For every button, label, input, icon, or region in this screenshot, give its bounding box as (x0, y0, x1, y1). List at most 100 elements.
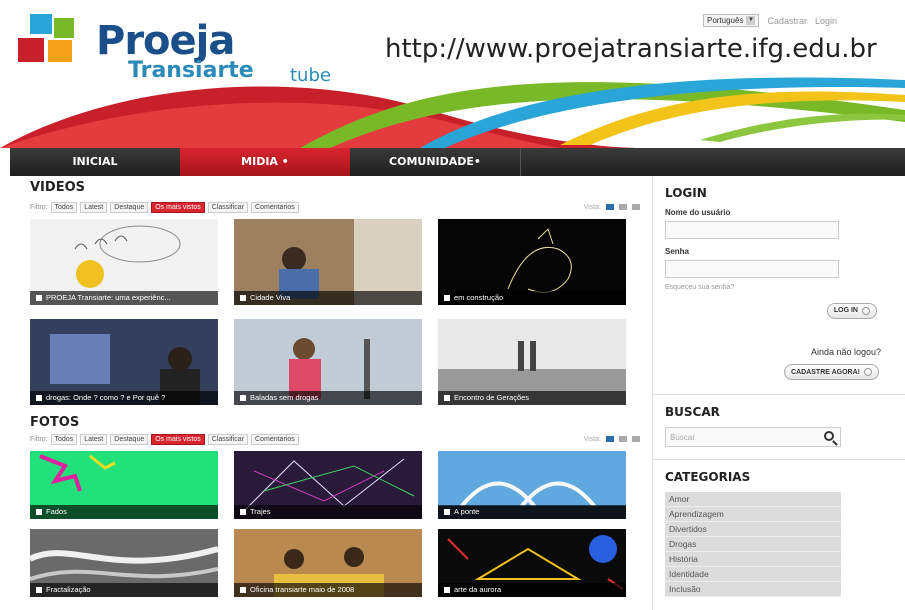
video-title: Encontro de Gerações (454, 393, 530, 402)
category-item[interactable]: Aprendizagem (665, 507, 841, 522)
register-button-label: CADASTRE AGORA! (791, 368, 860, 376)
view-controls: Vista: (584, 204, 640, 211)
forgot-password-link[interactable]: Esqueceu sua senha? (665, 284, 893, 291)
photo-title: Oficina transiarte maio de 2008 (250, 585, 355, 594)
category-item[interactable]: Divertidos (665, 522, 841, 537)
username-label: Nome do usuário (665, 208, 731, 217)
video-thumbnail[interactable]: drogas: Onde ? como ? e Por quê ? (30, 319, 218, 405)
grid-view-icon[interactable] (606, 436, 614, 442)
nav-item-midia[interactable]: MIDIA • (180, 148, 350, 176)
video-icon (240, 395, 246, 402)
video-thumbnail[interactable]: PROEJA Transiarte: uma experiênc... (30, 219, 218, 305)
photo-caption: Fados (30, 505, 218, 519)
view-label: Vista: (583, 203, 601, 211)
photo-title: arte da aurora (454, 585, 502, 594)
search-icon[interactable] (824, 431, 834, 441)
filter-destaque[interactable]: Destaque (110, 433, 149, 445)
filter-todos[interactable]: Todos (50, 433, 78, 445)
category-item[interactable]: Amor (665, 492, 841, 507)
password-field[interactable] (665, 260, 839, 278)
video-icon (36, 295, 42, 302)
category-item[interactable]: Drogas (665, 537, 841, 552)
list-view-icon[interactable] (619, 436, 627, 442)
photo-caption: arte da aurora (438, 583, 626, 597)
photo-thumbnail[interactable]: arte da aurora (438, 529, 626, 597)
filter-label: Filtro: (30, 435, 48, 443)
photo-caption: Fractalização (30, 583, 218, 597)
compact-view-icon[interactable] (632, 436, 640, 442)
photo-caption: A ponte (438, 505, 626, 519)
video-thumbnail[interactable]: Cidade Viva (234, 219, 422, 305)
video-title: drogas: Onde ? como ? e Por quê ? (46, 393, 166, 402)
chevron-down-icon: ▼ (746, 16, 756, 25)
logo-suffix: tube (290, 65, 331, 86)
language-select[interactable]: Português ▼ (702, 14, 760, 27)
sidebar-divider (653, 459, 905, 460)
login-link[interactable]: Login (815, 16, 837, 26)
video-title: Baladas sem drogas (250, 393, 319, 402)
filter-most-viewed[interactable]: Os mais vistos (151, 201, 205, 213)
filter-destaque[interactable]: Destaque (110, 201, 149, 213)
filter-latest[interactable]: Latest (80, 201, 108, 213)
videos-title: VIDEOS (30, 180, 85, 195)
video-title: PROEJA Transiarte: uma experiênc... (46, 293, 171, 302)
sidebar: LOGIN Nome do usuário Senha Esqueceu sua… (652, 176, 905, 610)
photo-caption: Trajes (234, 505, 422, 519)
password-label: Senha (665, 247, 690, 256)
category-item[interactable]: História (665, 552, 841, 567)
category-item[interactable]: Identidade (665, 567, 841, 582)
login-title: LOGIN (665, 186, 707, 200)
photo-thumbnail[interactable]: Trajes (234, 451, 422, 519)
video-thumbnail[interactable]: Baladas sem drogas (234, 319, 422, 405)
filter-most-viewed[interactable]: Os mais vistos (151, 433, 205, 445)
photo-icon (36, 587, 42, 594)
site-url: http://www.proejatransiarte.ifg.edu.br (385, 34, 877, 64)
compact-view-icon[interactable] (632, 204, 640, 210)
nav-item-comunidade[interactable]: COMUNIDADE• (350, 148, 520, 176)
category-item[interactable]: Inclusão (665, 582, 841, 597)
video-icon (444, 295, 450, 302)
photo-title: Fados (46, 507, 67, 516)
photo-icon (240, 587, 246, 594)
video-caption: em construção (438, 291, 626, 305)
filter-label: Filtro: (30, 203, 48, 211)
list-view-icon[interactable] (619, 204, 627, 210)
filter-comentarios[interactable]: Comentarios (251, 433, 299, 445)
photo-thumbnail[interactable]: Fados (30, 451, 218, 519)
categories-panel: CATEGORIAS Amor Aprendizagem Divertidos … (653, 470, 905, 597)
video-icon (240, 295, 246, 302)
nav-item-inicial[interactable]: INICIAL (10, 148, 180, 176)
arrow-circle-icon (862, 306, 870, 315)
register-link[interactable]: Cadastrar (767, 16, 807, 26)
username-field[interactable] (665, 221, 839, 239)
search-input[interactable]: Buscar (665, 427, 841, 447)
categories-list: Amor Aprendizagem Divertidos Drogas Hist… (665, 492, 841, 597)
login-button[interactable]: LOG IN (826, 302, 877, 319)
video-thumbnail[interactable]: em construção (438, 219, 626, 305)
video-caption: PROEJA Transiarte: uma experiênc... (30, 291, 218, 305)
view-label: Vista: (583, 435, 601, 443)
filter-classificar[interactable]: Classificar (207, 201, 249, 213)
photo-thumbnail[interactable]: Oficina transiarte maio de 2008 (234, 529, 422, 597)
photo-icon (240, 509, 246, 516)
main-content: VIDEOS Filtro: Todos Latest Destaque Os … (30, 180, 640, 597)
main-nav: INICIAL MIDIA • COMUNIDADE• (10, 148, 905, 176)
filter-latest[interactable]: Latest (80, 433, 108, 445)
filter-classificar[interactable]: Classificar (207, 433, 249, 445)
grid-view-icon[interactable] (606, 204, 614, 210)
photo-thumbnail[interactable]: A ponte (438, 451, 626, 519)
filter-comentarios[interactable]: Comentarios (251, 201, 299, 213)
nav-divider (520, 148, 521, 176)
not-logged-text: Ainda não logou? (810, 346, 881, 357)
photo-thumbnail[interactable]: Fractalização (30, 529, 218, 597)
login-panel: LOGIN Nome do usuário Senha Esqueceu sua… (653, 186, 905, 380)
top-links: Português ▼ Cadastrar Login (702, 14, 837, 27)
view-controls: Vista: (584, 436, 640, 443)
filter-todos[interactable]: Todos (50, 201, 78, 213)
photo-icon (444, 587, 450, 594)
site-header: Proeja Transiarte tube http://www.proeja… (0, 0, 905, 148)
video-thumbnail[interactable]: Encontro de Gerações (438, 319, 626, 405)
logo-mark-icon (18, 14, 88, 74)
photo-caption: Oficina transiarte maio de 2008 (234, 583, 422, 597)
register-button[interactable]: CADASTRE AGORA! (784, 364, 879, 380)
